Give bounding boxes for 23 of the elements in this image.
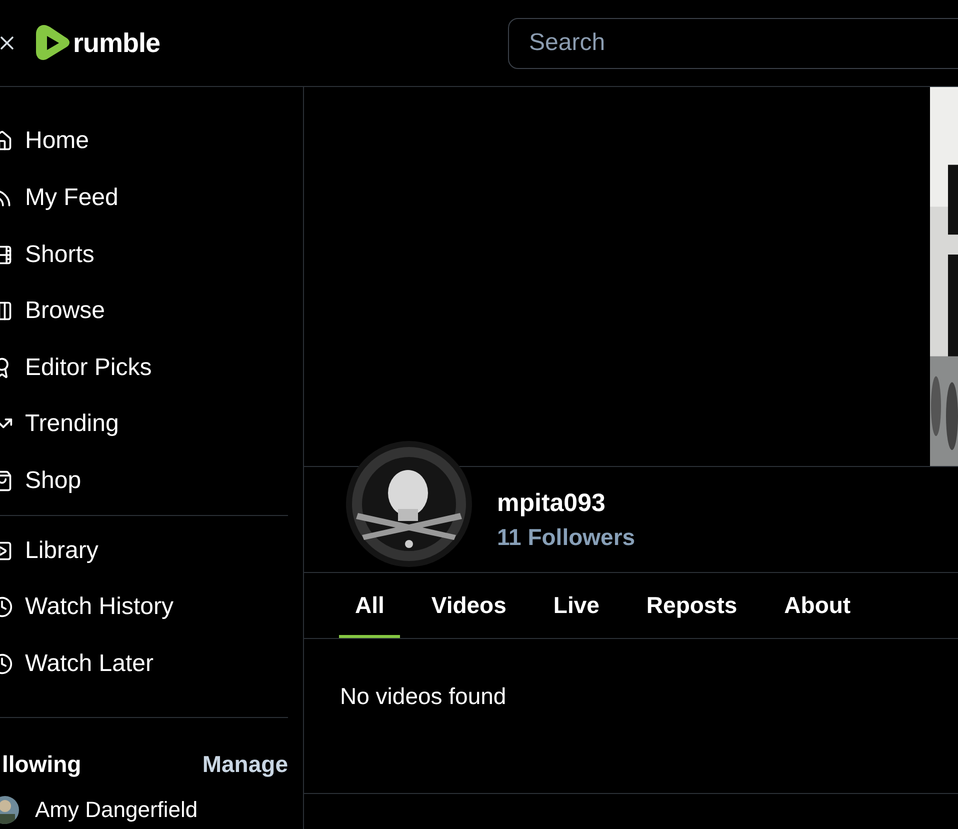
sidebar-item[interactable]: Shorts xyxy=(0,226,288,283)
tab[interactable]: Live xyxy=(537,573,616,638)
sidebar-item[interactable]: Browse xyxy=(0,282,288,340)
sidebar-item[interactable]: Trending xyxy=(0,396,288,453)
follower-count: 11 Followers xyxy=(497,524,636,550)
tab[interactable]: All xyxy=(339,573,400,638)
tab[interactable]: Reposts xyxy=(630,573,754,638)
sidebar-item[interactable]: My Feed xyxy=(0,170,288,226)
manage-link[interactable]: Manage xyxy=(202,751,288,778)
following-heading: llowing xyxy=(2,751,82,778)
tab[interactable]: Videos xyxy=(415,573,522,638)
sidebar-item[interactable]: Watch Later xyxy=(0,636,288,692)
empty-message: No videos found xyxy=(340,683,506,709)
rumble-logo[interactable]: rumble xyxy=(36,24,160,62)
sidebar-item[interactable]: Library xyxy=(0,522,288,579)
tab[interactable]: About xyxy=(768,573,867,638)
channel-name: mpita093 xyxy=(497,488,606,518)
sidebar-item[interactable]: Watch History xyxy=(0,578,288,636)
channel-item[interactable]: Amy Dangerfield xyxy=(0,792,288,829)
sidebar-item[interactable]: Editor Picks xyxy=(0,340,288,396)
sidebar-item[interactable]: Shop xyxy=(0,452,288,510)
sidebar-item[interactable]: Home xyxy=(0,113,288,170)
search-field[interactable]: Search xyxy=(508,18,958,68)
